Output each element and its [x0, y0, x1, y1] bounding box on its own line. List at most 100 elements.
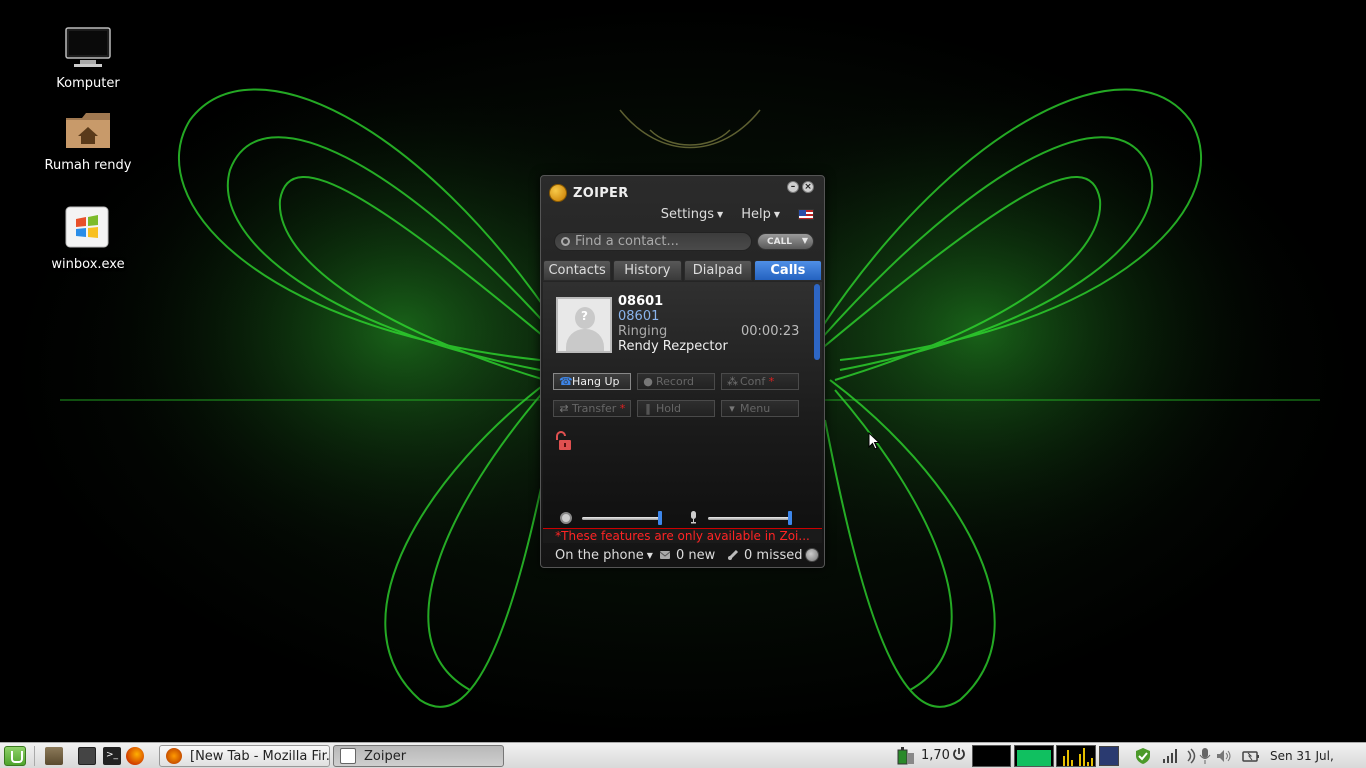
menu-bar: Settings ▼ Help ▼	[661, 207, 814, 222]
calls-panel: ? 08601 08601 Ringing Rendy Rezpector 00…	[543, 282, 822, 528]
premium-marker: *	[768, 375, 775, 388]
show-desktop-icon[interactable]	[78, 747, 96, 765]
desktop-icon-computer[interactable]: Komputer	[38, 24, 138, 91]
firefox-icon	[166, 748, 182, 764]
connection-globe-icon[interactable]	[805, 548, 819, 562]
memory-monitor[interactable]	[1014, 745, 1054, 767]
avatar-body	[566, 329, 604, 351]
help-menu[interactable]: Help ▼	[741, 207, 780, 222]
network-signal-icon[interactable]	[1161, 747, 1179, 765]
memory-fill	[1017, 750, 1051, 766]
volume-icon[interactable]	[1215, 747, 1233, 765]
chevron-down-icon: ▼	[717, 210, 724, 219]
caller-number[interactable]: 08601	[618, 309, 659, 324]
computer-icon	[64, 24, 112, 72]
clock[interactable]: Sen 31 Jul, 15:31	[1270, 747, 1366, 768]
microphone-icon	[691, 511, 696, 524]
contact-search	[554, 232, 752, 251]
transfer-button[interactable]: ⇄ Transfer *	[553, 400, 631, 417]
settings-menu-label: Settings	[660, 207, 715, 222]
cpu-frequency-icon[interactable]	[896, 747, 916, 765]
call-timer: 00:00:23	[741, 324, 800, 339]
terminal-icon[interactable]: >_	[103, 747, 121, 765]
record-icon: ●	[643, 375, 653, 388]
minimize-button[interactable]: –	[787, 181, 799, 193]
call-button-label: CALL	[767, 236, 793, 247]
pause-icon: ‖	[645, 402, 651, 415]
task-zoiper[interactable]: Zoiper	[333, 745, 504, 767]
help-menu-label: Help	[741, 207, 771, 222]
cpu-frequency-value: 1,70	[921, 748, 950, 763]
search-input[interactable]	[575, 234, 745, 249]
tab-bar: Contacts History Dialpad Calls	[543, 260, 822, 281]
window-icon	[340, 748, 356, 764]
speaker-volume-track[interactable]	[582, 517, 660, 520]
task-firefox[interactable]: [New Tab - Mozilla Fir...	[159, 745, 330, 767]
tab-contacts[interactable]: Contacts	[543, 260, 612, 281]
new-messages[interactable]: 0 new	[659, 548, 727, 563]
scrollbar[interactable]	[814, 284, 820, 360]
caller-name: 08601	[618, 294, 664, 309]
taskbar-separator	[34, 746, 35, 766]
missed-calls[interactable]: 0 missed	[727, 548, 802, 563]
mic-volume-track[interactable]	[708, 517, 790, 520]
status-bar: On the phone ▼ 0 new 0 missed	[543, 544, 822, 566]
desktop-icon-label: Rumah rendy	[44, 158, 132, 173]
chevron-down-icon[interactable]: ▼	[802, 236, 808, 245]
desktop-icon-home[interactable]: Rumah rendy	[38, 106, 138, 173]
taskbar: >_ [New Tab - Mozilla Fir... Zoiper 1,70…	[0, 742, 1366, 768]
hang-up-label: Hang Up	[572, 375, 620, 388]
missed-call-icon	[727, 549, 739, 561]
tab-dialpad[interactable]: Dialpad	[683, 260, 752, 281]
tab-calls[interactable]: Calls	[753, 260, 822, 281]
mic-volume-slider[interactable]	[788, 511, 792, 525]
network-monitor[interactable]	[1056, 745, 1096, 767]
search-icon	[561, 237, 570, 246]
record-button[interactable]: ● Record	[637, 373, 715, 390]
zoiper-window: ZOIPER – × Settings▼ Help▼ CALL ▼ Contac…	[540, 175, 825, 568]
settings-menu[interactable]: Settings ▼	[661, 207, 723, 222]
window-title: ZOIPER	[573, 185, 629, 201]
microphone-icon[interactable]	[1198, 747, 1216, 765]
speaker-icon	[560, 512, 572, 524]
menu-label: Menu	[740, 402, 771, 415]
start-menu-button[interactable]	[4, 746, 26, 766]
zoiper-logo-icon	[549, 184, 567, 202]
chevron-down-icon: ▼	[773, 210, 780, 219]
desktop-icon-winbox[interactable]: winbox.exe	[38, 205, 138, 272]
call-status: Ringing	[618, 324, 668, 339]
file-manager-icon[interactable]	[45, 747, 63, 765]
language-flag-icon[interactable]	[798, 209, 814, 220]
conference-button[interactable]: ⁂ Conf *	[721, 373, 799, 390]
record-label: Record	[656, 375, 695, 388]
call-button[interactable]: CALL ▼	[757, 233, 814, 250]
hang-up-button[interactable]: ☎Hang Up	[553, 373, 631, 390]
speaker-volume-slider[interactable]	[658, 511, 662, 525]
battery-icon[interactable]	[1242, 747, 1260, 765]
presence-label: On the phone	[555, 547, 644, 563]
title-bar[interactable]: ZOIPER	[549, 181, 629, 205]
transfer-label: Transfer	[572, 402, 617, 415]
shield-check-icon[interactable]	[1134, 747, 1152, 765]
hold-button[interactable]: ‖ Hold	[637, 400, 715, 417]
windows-exe-icon	[64, 205, 112, 253]
desktop-icon-label: Komputer	[56, 76, 120, 91]
firefox-icon[interactable]	[126, 747, 144, 765]
cpu-monitor[interactable]	[972, 745, 1011, 767]
premium-notice[interactable]: *These features are only available in Zo…	[543, 528, 822, 543]
conf-label: Conf	[740, 375, 766, 388]
call-menu-button[interactable]: ▾ Menu	[721, 400, 799, 417]
conference-icon: ⁂	[727, 375, 738, 388]
tab-history[interactable]: History	[613, 260, 682, 281]
presence-selector[interactable]: On the phone ▼	[555, 548, 659, 563]
task-label: [New Tab - Mozilla Fir...	[190, 748, 330, 764]
message-icon	[659, 551, 671, 559]
desktop-icon-label: winbox.exe	[51, 257, 125, 272]
task-label: Zoiper	[364, 748, 407, 764]
chevron-down-icon: ▼	[646, 550, 653, 560]
unlocked-padlock-icon[interactable]	[554, 431, 572, 451]
power-icon[interactable]	[952, 747, 966, 761]
close-button[interactable]: ×	[802, 181, 814, 193]
keyboard-layout-icon[interactable]	[1099, 746, 1119, 766]
speaker-volume	[560, 511, 670, 525]
